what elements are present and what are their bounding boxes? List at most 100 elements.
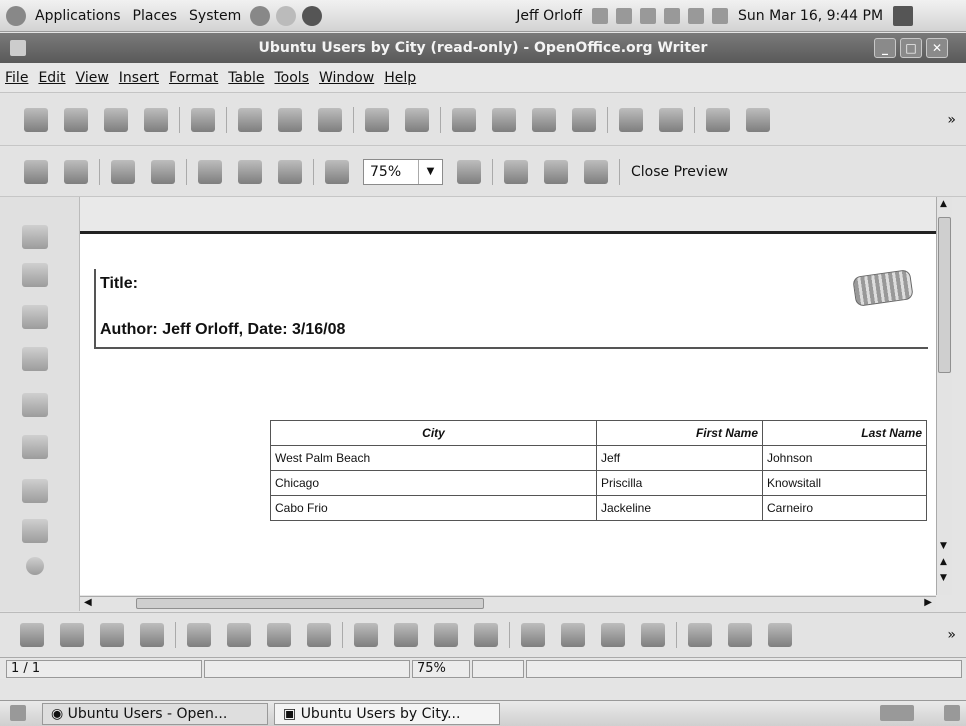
user-name[interactable]: Jeff Orloff	[510, 8, 588, 24]
checkbox-icon[interactable]	[22, 393, 48, 417]
book-preview-icon[interactable]	[278, 159, 302, 184]
last-page-icon[interactable]	[151, 159, 175, 184]
position-size-icon[interactable]	[434, 622, 458, 647]
zoom-select[interactable]: 75% ▼	[363, 158, 443, 185]
taskbar-item-ubuntu-users-by-city[interactable]: ▣ Ubuntu Users by City...	[274, 703, 500, 725]
text-box-icon[interactable]	[22, 435, 48, 459]
copy-icon[interactable]	[492, 107, 516, 132]
menu-window[interactable]: Window	[314, 70, 379, 86]
vertical-scroll-thumb[interactable]	[938, 217, 951, 373]
format-paintbrush-icon[interactable]	[572, 107, 596, 132]
push-button-icon[interactable]	[22, 263, 48, 287]
select-icon[interactable]	[20, 622, 44, 647]
firefox-icon[interactable]	[250, 5, 271, 26]
volume-icon[interactable]	[711, 7, 728, 24]
page-preview-icon[interactable]	[318, 107, 342, 132]
new-document-icon[interactable]	[24, 107, 48, 132]
menu-file[interactable]: File	[0, 70, 33, 86]
next-page-icon[interactable]	[64, 159, 88, 184]
horizontal-scrollbar[interactable]: ◀ ▶	[80, 596, 936, 611]
next-page-scroll-icon[interactable]: ▼	[940, 573, 947, 583]
show-desktop-icon[interactable]	[10, 705, 26, 721]
form-design-icon[interactable]	[100, 622, 124, 647]
clock[interactable]: Sun Mar 16, 9:44 PM	[732, 8, 889, 24]
system-menu[interactable]: System	[183, 8, 247, 24]
focus-icon[interactable]	[307, 622, 331, 647]
menu-edit[interactable]: Edit	[33, 70, 70, 86]
previous-page-scroll-icon[interactable]: ▲	[940, 557, 947, 567]
print-options-icon[interactable]	[544, 159, 568, 184]
design-mode-icon[interactable]	[267, 622, 291, 647]
option-button-icon[interactable]	[22, 519, 48, 543]
help-icon[interactable]	[302, 5, 323, 26]
mail-icon[interactable]	[276, 5, 297, 26]
close-button[interactable]: ✕	[926, 38, 948, 58]
rectangle-icon[interactable]	[768, 622, 792, 647]
maximize-button[interactable]: □	[900, 38, 922, 58]
applications-menu[interactable]: Applications	[29, 8, 127, 24]
undo-icon[interactable]	[619, 107, 643, 132]
open-icon[interactable]	[64, 107, 88, 132]
email-icon[interactable]	[144, 107, 168, 132]
zoom-out-icon[interactable]	[457, 159, 481, 184]
crop-icon[interactable]	[641, 622, 665, 647]
save-icon[interactable]	[104, 107, 128, 132]
table-control-icon[interactable]	[22, 347, 48, 371]
multiple-pages-icon[interactable]	[238, 159, 262, 184]
table-icon[interactable]	[746, 107, 770, 132]
window-titlebar[interactable]: Ubuntu Users by City (read-only) - OpenO…	[0, 33, 966, 63]
chevron-down-icon[interactable]: ▼	[418, 159, 442, 184]
workspace-switcher-icon[interactable]	[880, 705, 914, 721]
document-preview[interactable]: Title: Author: Jeff Orloff, Date: 3/16/0…	[80, 197, 936, 595]
vertical-scrollbar[interactable]: ▲ ▼ ▲ ▼	[936, 197, 952, 595]
menu-insert[interactable]: Insert	[114, 70, 164, 86]
menu-format[interactable]: Format	[164, 70, 223, 86]
places-menu[interactable]: Places	[127, 8, 184, 24]
search-icon[interactable]	[615, 7, 632, 24]
line-icon[interactable]	[728, 622, 752, 647]
edit-file-icon[interactable]	[191, 107, 215, 132]
minimize-button[interactable]: _	[874, 38, 896, 58]
print-page-view-icon[interactable]	[584, 159, 608, 184]
toolbar-overflow-icon[interactable]: »	[947, 627, 956, 643]
close-preview-button[interactable]: Close Preview	[623, 164, 736, 180]
two-pages-icon[interactable]	[198, 159, 222, 184]
form-control-icon[interactable]	[22, 305, 48, 329]
menu-table[interactable]: Table	[223, 70, 269, 86]
redo-icon[interactable]	[659, 107, 683, 132]
image-map-icon[interactable]	[394, 622, 418, 647]
menu-help[interactable]: Help	[379, 70, 421, 86]
form-navigator-icon[interactable]	[227, 622, 251, 647]
scroll-left-icon[interactable]: ◀	[84, 597, 92, 608]
spellcheck-icon[interactable]	[365, 107, 389, 132]
export-pdf-icon[interactable]	[238, 107, 262, 132]
toolbar-overflow-icon[interactable]: »	[947, 112, 956, 128]
zoom-indicator[interactable]: 75%	[412, 660, 470, 678]
previous-page-icon[interactable]	[24, 159, 48, 184]
wrap-icon[interactable]	[601, 622, 625, 647]
fullscreen-icon[interactable]	[504, 159, 528, 184]
formatted-field-icon[interactable]	[22, 479, 48, 503]
gnome-foot-icon[interactable]	[6, 5, 26, 26]
trash-icon[interactable]	[944, 705, 960, 721]
pointer-icon[interactable]	[22, 225, 48, 249]
app-menu-icon[interactable]	[10, 40, 26, 56]
anchor-icon[interactable]	[474, 622, 498, 647]
network-icon[interactable]	[591, 7, 608, 24]
power-icon[interactable]	[893, 5, 914, 26]
scroll-up-icon[interactable]: ▲	[940, 199, 947, 209]
push-button-icon[interactable]	[60, 622, 84, 647]
paste-icon[interactable]	[532, 107, 556, 132]
print-icon[interactable]	[278, 107, 302, 132]
grid-icon[interactable]	[561, 622, 585, 647]
horizontal-scroll-thumb[interactable]	[136, 598, 484, 609]
wizard-icon[interactable]	[140, 622, 164, 647]
zoom-in-icon[interactable]	[325, 159, 349, 184]
menu-tools[interactable]: Tools	[270, 70, 315, 86]
align-icon[interactable]	[521, 622, 545, 647]
cut-icon[interactable]	[452, 107, 476, 132]
taskbar-item-ubuntu-users[interactable]: ◉ Ubuntu Users - Open...	[42, 703, 268, 725]
autospellcheck-icon[interactable]	[405, 107, 429, 132]
radio-icon[interactable]	[26, 557, 44, 575]
display-icon[interactable]	[687, 7, 704, 24]
